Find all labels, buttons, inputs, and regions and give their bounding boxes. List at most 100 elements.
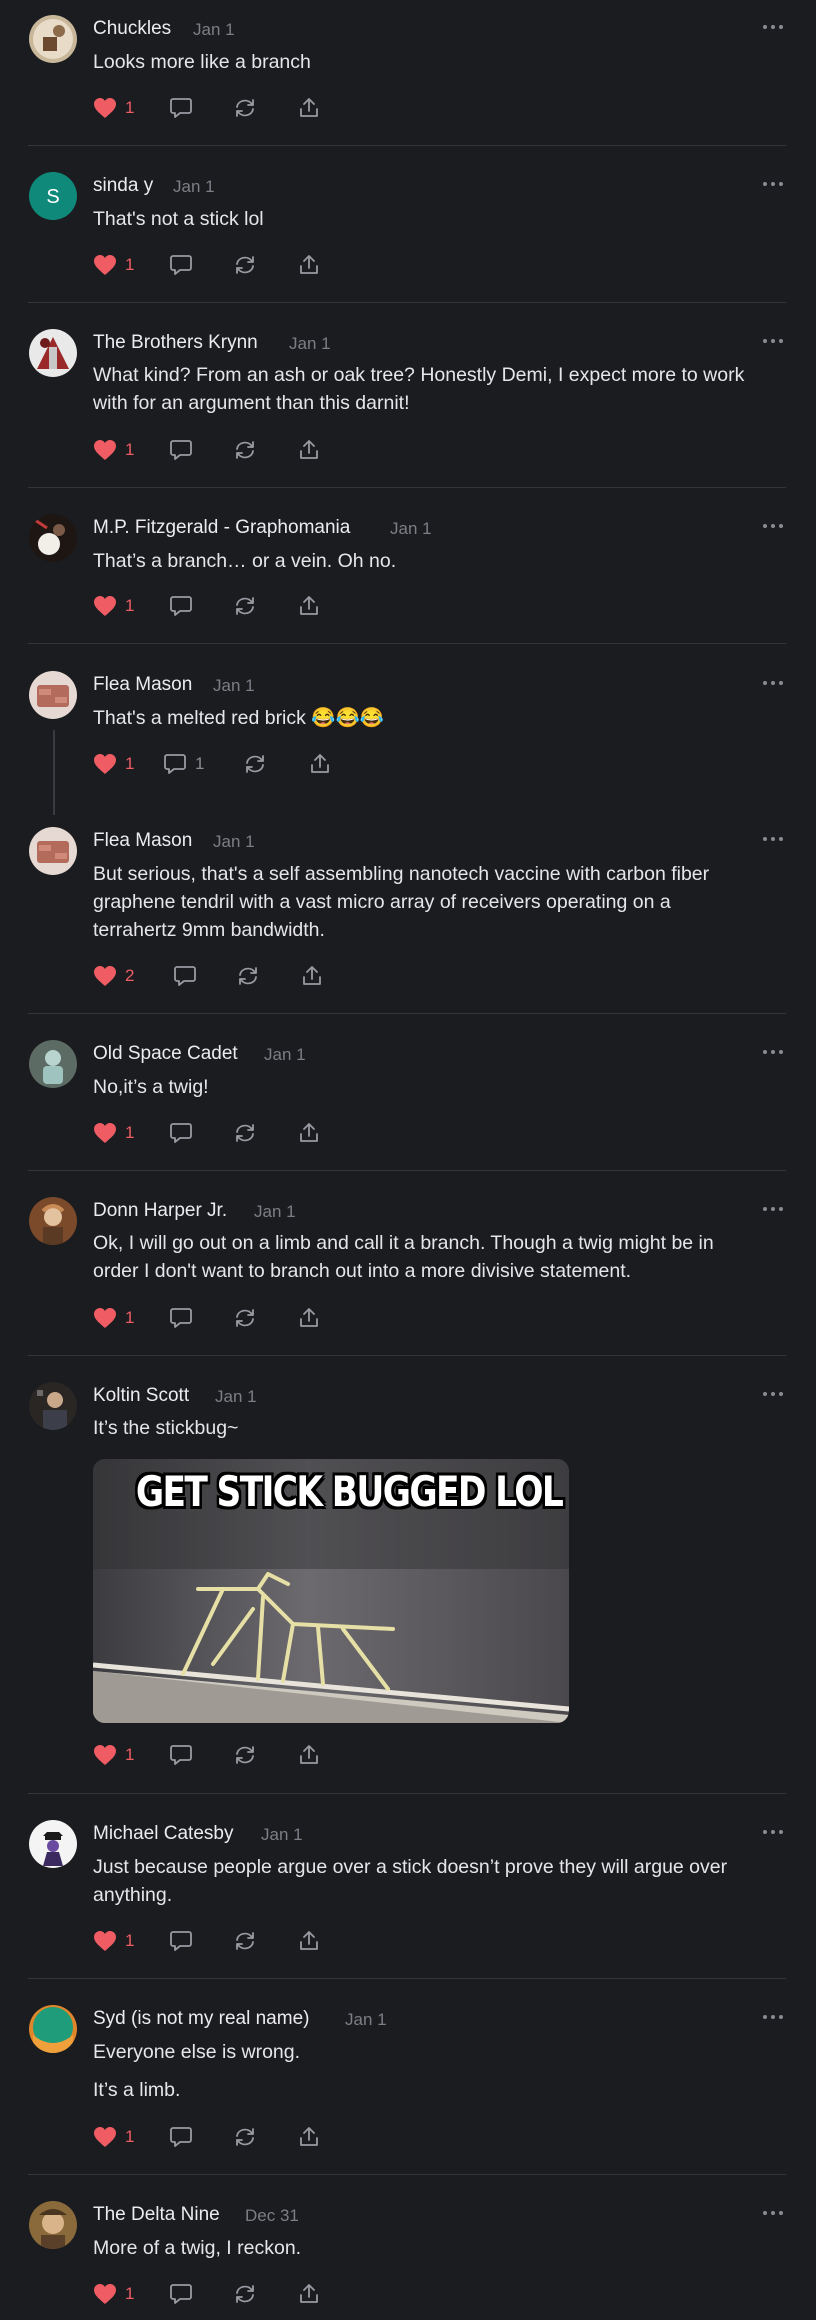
share-button[interactable] [297,593,321,619]
reply-button[interactable] [169,1928,193,1954]
share-button[interactable] [297,1928,321,1954]
like-button[interactable]: 1 [93,2124,134,2150]
more-dots-icon[interactable] [762,181,784,191]
more-dots-icon[interactable] [762,680,784,690]
comment-date[interactable]: Jan 1 [213,832,255,852]
comment-bubble-icon [169,2125,193,2149]
author-name[interactable]: The Delta Nine [93,2204,220,2226]
repost-button[interactable] [236,963,260,989]
avatar[interactable] [29,671,77,719]
more-dots-icon[interactable] [762,1206,784,1216]
reply-button[interactable] [169,1305,193,1331]
avatar[interactable] [29,2005,77,2053]
repost-button[interactable] [233,95,257,121]
like-button[interactable]: 1 [93,2281,134,2307]
like-button[interactable]: 1 [93,252,134,278]
reply-button[interactable] [169,437,193,463]
more-dots-icon[interactable] [762,1391,784,1401]
like-button[interactable]: 1 [93,751,134,777]
share-button[interactable] [297,1120,321,1146]
repost-button[interactable] [233,593,257,619]
author-name[interactable]: M.P. Fitzgerald - Graphomania [93,517,350,539]
avatar[interactable] [29,1382,77,1430]
more-dots-icon[interactable] [762,836,784,846]
repost-button[interactable] [233,1305,257,1331]
more-dots-icon[interactable] [762,2014,784,2024]
attached-image[interactable]: GET STICK BUGGED LOL [93,1459,569,1723]
share-button[interactable] [297,2124,321,2150]
reply-button[interactable] [169,95,193,121]
like-button[interactable]: 1 [93,593,134,619]
comment-date[interactable]: Jan 1 [215,1387,257,1407]
comment-date[interactable]: Jan 1 [264,1045,306,1065]
more-dots-icon[interactable] [762,1829,784,1839]
avatar[interactable] [29,329,77,377]
avatar[interactable] [29,1040,77,1088]
comment-date[interactable]: Jan 1 [289,334,331,354]
comment-bubble-icon [169,1743,193,1767]
comment-date[interactable]: Jan 1 [345,2010,387,2030]
author-name[interactable]: Syd (is not my real name) [93,2008,309,2030]
repost-button[interactable] [233,1928,257,1954]
like-button[interactable]: 1 [93,437,134,463]
avatar[interactable] [29,514,77,562]
comment-date[interactable]: Jan 1 [213,676,255,696]
repost-button[interactable] [233,437,257,463]
share-button[interactable] [297,2281,321,2307]
share-button[interactable] [297,437,321,463]
author-name[interactable]: Old Space Cadet [93,1043,238,1065]
repost-button[interactable] [233,252,257,278]
comment-date[interactable]: Dec 31 [245,2206,299,2226]
author-name[interactable]: Michael Catesby [93,1823,233,1845]
like-button[interactable]: 1 [93,1742,134,1768]
share-button[interactable] [297,1305,321,1331]
more-dots-icon[interactable] [762,24,784,34]
avatar[interactable] [29,1197,77,1245]
avatar[interactable] [29,2201,77,2249]
author-name[interactable]: Chuckles [93,18,171,40]
author-name[interactable]: sinda y [93,175,153,197]
reply-button[interactable] [169,252,193,278]
share-button[interactable] [297,252,321,278]
reply-button[interactable] [169,2281,193,2307]
repost-button[interactable] [243,751,267,777]
reply-button[interactable] [173,963,197,989]
more-dots-icon[interactable] [762,338,784,348]
avatar[interactable] [29,15,77,63]
reply-button[interactable] [169,593,193,619]
share-button[interactable] [297,95,321,121]
author-name[interactable]: Donn Harper Jr. [93,1200,227,1222]
share-button[interactable] [308,751,332,777]
like-button[interactable]: 2 [93,963,134,989]
comment-date[interactable]: Jan 1 [173,177,215,197]
author-name[interactable]: Flea Mason [93,830,192,852]
comment-date[interactable]: Jan 1 [390,519,432,539]
like-button[interactable]: 1 [93,1305,134,1331]
image-caption: GET STICK BUGGED LOL [135,1467,564,1516]
comment-date[interactable]: Jan 1 [254,1202,296,1222]
more-dots-icon[interactable] [762,2210,784,2220]
avatar[interactable] [29,1820,77,1868]
author-name[interactable]: Koltin Scott [93,1385,189,1407]
share-button[interactable] [300,963,324,989]
like-button[interactable]: 1 [93,1120,134,1146]
like-button[interactable]: 1 [93,95,134,121]
repost-button[interactable] [233,1742,257,1768]
author-name[interactable]: The Brothers Krynn [93,332,258,354]
reply-button[interactable] [169,1742,193,1768]
share-button[interactable] [297,1742,321,1768]
avatar[interactable] [29,827,77,875]
comment-date[interactable]: Jan 1 [193,20,235,40]
reply-button[interactable] [169,2124,193,2150]
repost-button[interactable] [233,2124,257,2150]
reply-button[interactable]: 1 [163,751,204,777]
repost-button[interactable] [233,2281,257,2307]
avatar[interactable]: S [29,172,77,220]
repost-button[interactable] [233,1120,257,1146]
more-dots-icon[interactable] [762,523,784,533]
like-button[interactable]: 1 [93,1928,134,1954]
reply-button[interactable] [169,1120,193,1146]
more-dots-icon[interactable] [762,1049,784,1059]
author-name[interactable]: Flea Mason [93,674,192,696]
comment-date[interactable]: Jan 1 [261,1825,303,1845]
